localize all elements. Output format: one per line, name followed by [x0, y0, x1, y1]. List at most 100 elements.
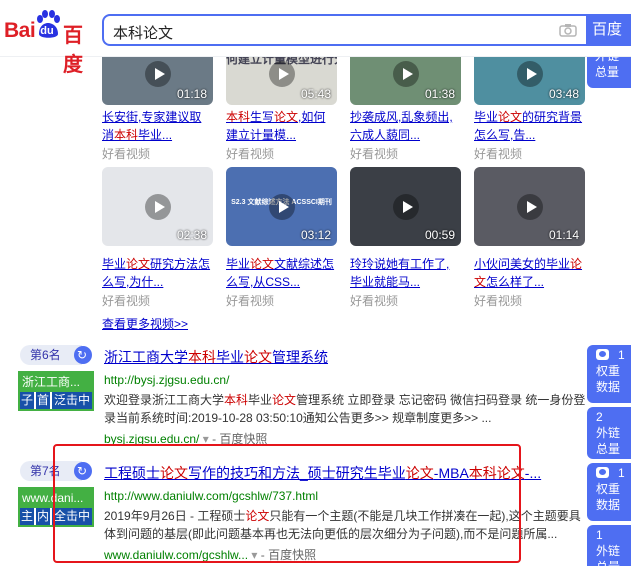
video-title-line[interactable]: 文怎么样了...: [474, 273, 587, 291]
result-snippet-text: 管理系统 立即登录 忘记密码 微信扫码登录 统一身份登: [296, 393, 586, 407]
video-title-text: 怎么写,告...: [474, 128, 536, 142]
video-source: 好看视频: [226, 147, 275, 161]
site-tag-flag: 首: [36, 392, 50, 409]
video-title-keyword: 论文: [274, 110, 299, 124]
baidu-logo[interactable]: Bai du 百度: [4, 10, 96, 76]
video-title-text: 建立计量模...: [226, 128, 297, 142]
result-snippet-keyword: 论文: [272, 393, 297, 407]
result-url[interactable]: http://bysj.zjgsu.edu.cn/: [104, 373, 229, 387]
video-title-text: 消: [102, 128, 115, 142]
video-title-keyword: 论: [570, 257, 583, 271]
video-duration: 01:18: [176, 87, 207, 101]
play-icon[interactable]: [392, 193, 419, 220]
video-title-line[interactable]: 小伙问美女的毕业论: [474, 255, 587, 273]
play-icon[interactable]: [516, 193, 543, 220]
video-title-text: 文献综述怎: [274, 257, 335, 271]
search-button[interactable]: 百度: [586, 14, 631, 46]
video-title-text: 六成人藐同...: [350, 128, 421, 142]
video-title-text: 玲玲说她有工作了,: [350, 257, 450, 271]
video-thumbnail[interactable]: 02:38: [102, 167, 213, 246]
video-title-text: 研究方法怎: [150, 257, 211, 271]
site-tag-flag: 主: [20, 508, 34, 525]
video-duration: 00:59: [424, 228, 455, 242]
paw-icon: [596, 349, 609, 360]
video-title-line[interactable]: 么写,为什...: [102, 273, 215, 291]
video-title-text: 小伙问美女的毕业: [474, 257, 571, 271]
side-tab-5[interactable]: 1 外链总量: [587, 525, 631, 574]
video-title-line[interactable]: 毕业论文的研究背景: [474, 108, 587, 126]
search-query[interactable]: 本科论文: [113, 22, 173, 43]
video-title-text: 生写: [250, 110, 275, 124]
play-icon[interactable]: [268, 60, 295, 87]
result-snippet-text: 录当前系统时间:2019-10-28 03:50:10通知公告更多>> 规章制度…: [104, 411, 492, 425]
search-input[interactable]: 本科论文: [102, 14, 587, 46]
video-title-line[interactable]: 六成人藐同...: [350, 126, 463, 144]
result-title-text: 浙江工商大学: [104, 349, 188, 365]
side-tab-label: 权重数据: [596, 364, 621, 394]
video-title-keyword: 论文: [498, 110, 523, 124]
result-title-text: -...: [524, 465, 542, 481]
side-tab-label: 外链总量: [596, 426, 621, 456]
video-title-line[interactable]: 消本科毕业...: [102, 126, 215, 144]
video-title-line[interactable]: 抄袭成风,乱象频出,: [350, 108, 463, 126]
refresh-icon[interactable]: [74, 345, 92, 365]
play-icon[interactable]: [144, 60, 171, 87]
result-snippet-text: 毕业: [248, 393, 273, 407]
play-icon[interactable]: [392, 60, 419, 87]
result-snippet-line: 录当前系统时间:2019-10-28 03:50:10通知公告更多>> 规章制度…: [104, 409, 491, 427]
video-thumbnail[interactable]: 01:14: [474, 167, 585, 246]
side-tab-3[interactable]: 2 外链总量: [587, 407, 631, 459]
result-title-text: 管理系统: [272, 349, 328, 365]
result-snippet-keyword: 本科: [224, 393, 249, 407]
side-tab-label: 外链总量: [596, 544, 621, 574]
side-tab-num: 2: [596, 410, 603, 424]
camera-icon[interactable]: [559, 23, 577, 37]
video-title-line[interactable]: 么写,从CSS...: [226, 273, 339, 291]
video-duration: 01:38: [424, 87, 455, 101]
video-source: 好看视频: [474, 147, 523, 161]
video-title-line[interactable]: 毕业就能马...: [350, 273, 463, 291]
video-source: 好看视频: [102, 147, 151, 161]
site-tag-domain: 浙江工商...: [20, 373, 92, 392]
video-title-line[interactable]: 毕业论文研究方法怎: [102, 255, 215, 273]
result-title[interactable]: 浙江工商大学本科毕业论文管理系统: [104, 347, 328, 367]
video-title-line[interactable]: 怎么写,告...: [474, 126, 587, 144]
side-tab-num: 1: [618, 348, 625, 362]
video-source: 好看视频: [226, 294, 275, 308]
site-tag[interactable]: 浙江工商... 子首泛击中: [18, 371, 94, 411]
video-title-line[interactable]: 本科生写论文,如何: [226, 108, 339, 126]
video-duration: 03:12: [300, 228, 331, 242]
video-source: 好看视频: [102, 294, 151, 308]
video-title-line[interactable]: 玲玲说她有工作了,: [350, 255, 463, 273]
side-tab-4[interactable]: 1 权重数据: [587, 463, 631, 521]
video-title-text: 么写,为什...: [102, 275, 164, 289]
video-title-text: 怎么样了...: [486, 275, 545, 289]
side-tab-2[interactable]: 1 权重数据: [587, 345, 631, 403]
video-thumbnail[interactable]: S2.3 文献综述方法 ACSSCI期刊 03:12: [226, 167, 337, 246]
video-title-text: 抄袭成风,乱象频出,: [350, 110, 453, 124]
video-title-line[interactable]: 建立计量模...: [226, 126, 339, 144]
video-thumbnail[interactable]: 00:59: [350, 167, 461, 246]
side-tab-num: 1: [618, 466, 625, 480]
video-title-text: 毕业: [226, 257, 251, 271]
paw-icon: [596, 467, 609, 478]
video-title-keyword: 文: [474, 275, 487, 289]
video-title-line[interactable]: 毕业论文文献综述怎: [226, 255, 339, 273]
video-title-text: 毕业...: [138, 128, 173, 142]
video-title-line[interactable]: 长安街,专家建议取: [102, 108, 215, 126]
video-duration: 03:48: [548, 87, 579, 101]
video-duration: 05:43: [300, 87, 331, 101]
video-source: 好看视频: [350, 294, 399, 308]
video-title-text: 么写,从CSS...: [226, 275, 301, 289]
video-source: 好看视频: [474, 294, 523, 308]
site-tag-flag: 泛击中: [52, 392, 92, 409]
video-duration: 02:38: [176, 228, 207, 242]
video-title-keyword: 本科: [114, 128, 139, 142]
play-icon[interactable]: [144, 193, 171, 220]
result-title-keyword: 论文: [244, 349, 272, 365]
play-icon[interactable]: [268, 193, 295, 220]
video-title-text: ,如何: [298, 110, 326, 124]
side-tab-num: 1: [596, 528, 603, 542]
more-videos-link[interactable]: 查看更多视频>>: [102, 315, 188, 332]
play-icon[interactable]: [516, 60, 543, 87]
